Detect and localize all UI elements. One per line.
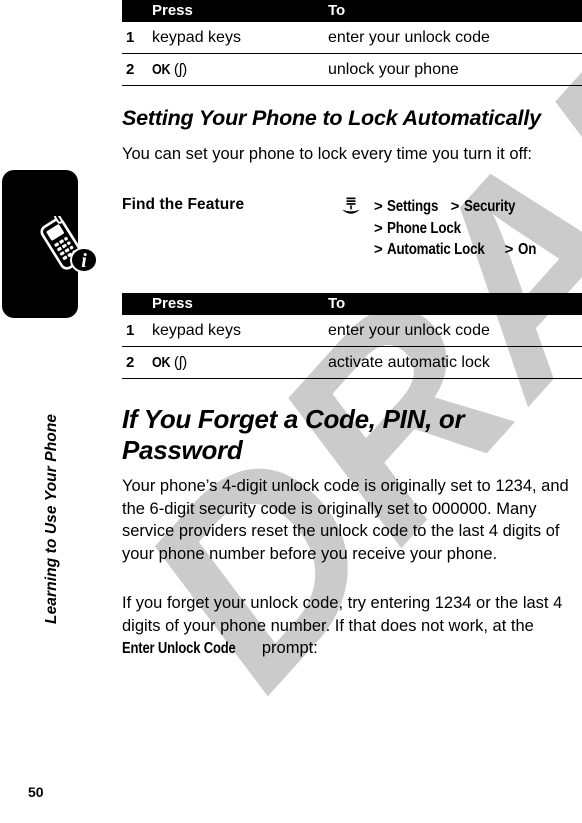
feature-path: > Settings > Security > Phone Lock > Aut… [374,196,582,261]
step-number: 2 [122,53,152,86]
column-header-number [122,293,152,315]
path-separator: > [504,241,514,258]
table-row: 1 keypad keys enter your unlock code [122,315,582,347]
path-item-automatic-lock: Automatic Lock [386,241,485,258]
softkey-glyph-icon: (ʃ) [173,354,188,371]
softkey-label: OK [152,61,171,78]
path-separator: > [374,219,383,237]
table-row: 2 OK (ʃ) activate automatic lock [122,346,582,379]
forget-code-paragraph-1: Your phone’s 4-digit unlock code is orig… [122,477,569,563]
feature-path-line: > Settings > Security [374,196,582,218]
step-to: enter your unlock code [328,315,582,347]
step-press: keypad keys [152,22,328,54]
path-separator: > [374,198,383,215]
path-separator: > [374,241,383,258]
softkey-glyph-icon: (ʃ) [173,61,188,78]
path-item-on: On [517,241,536,258]
step-number: 2 [122,346,152,379]
feature-path-line: > Phone Lock [374,218,582,240]
automatic-lock-steps-table: Press To 1 keypad keys enter your unlock… [122,293,582,379]
step-press: OK (ʃ) [152,346,328,379]
enter-unlock-code-prompt: Enter Unlock Code [122,640,236,657]
column-header-to: To [328,293,582,315]
chapter-label: Learning to Use Your Phone [43,413,60,624]
table-row: 2 OK (ʃ) unlock your phone [122,53,582,86]
paragraph-text-part-1: If you forget your unlock code, try ente… [122,594,563,635]
find-the-feature-label: Find the Feature [122,196,245,213]
phone-info-icon: i [38,213,100,278]
path-item-phone-lock: Phone Lock [386,219,461,237]
section-intro-text: You can set your phone to lock every tim… [122,145,532,163]
chapter-sidebar: i Learning to Use Your Phone 50 [0,0,122,823]
table-header-row: Press To [122,0,582,22]
step-number: 1 [122,22,152,54]
forget-code-paragraph-2: If you forget your unlock code, try ente… [122,592,582,661]
feature-path-line: > Automatic Lock > On [374,239,582,261]
step-to: activate automatic lock [328,346,582,379]
section-heading-forget-code: If You Forget a Code, PIN, or Password [122,404,465,465]
paragraph-text-part-2: prompt: [257,639,318,657]
step-press: OK (ʃ) [152,53,328,86]
column-header-to: To [328,0,582,22]
step-press: keypad keys [152,315,328,347]
table-header-row: Press To [122,293,582,315]
column-header-press: Press [152,0,328,22]
step-to: unlock your phone [328,53,582,86]
table-row: 1 keypad keys enter your unlock code [122,22,582,54]
column-header-press: Press [152,293,328,315]
step-number: 1 [122,315,152,347]
unlock-phone-steps-table: Press To 1 keypad keys enter your unlock… [122,0,582,86]
section-heading-lock-automatically: Setting Your Phone to Lock Automatically [122,106,541,130]
step-to: enter your unlock code [328,22,582,54]
menu-icon [340,196,362,218]
path-item-security: Security [463,198,515,215]
column-header-number [122,0,152,22]
path-separator: > [450,198,460,215]
softkey-label: OK [152,354,171,371]
manual-page: i Learning to Use Your Phone 50 Press To [0,0,582,823]
page-number: 50 [28,784,44,800]
svg-text:i: i [81,250,87,272]
path-item-settings: Settings [386,198,439,215]
